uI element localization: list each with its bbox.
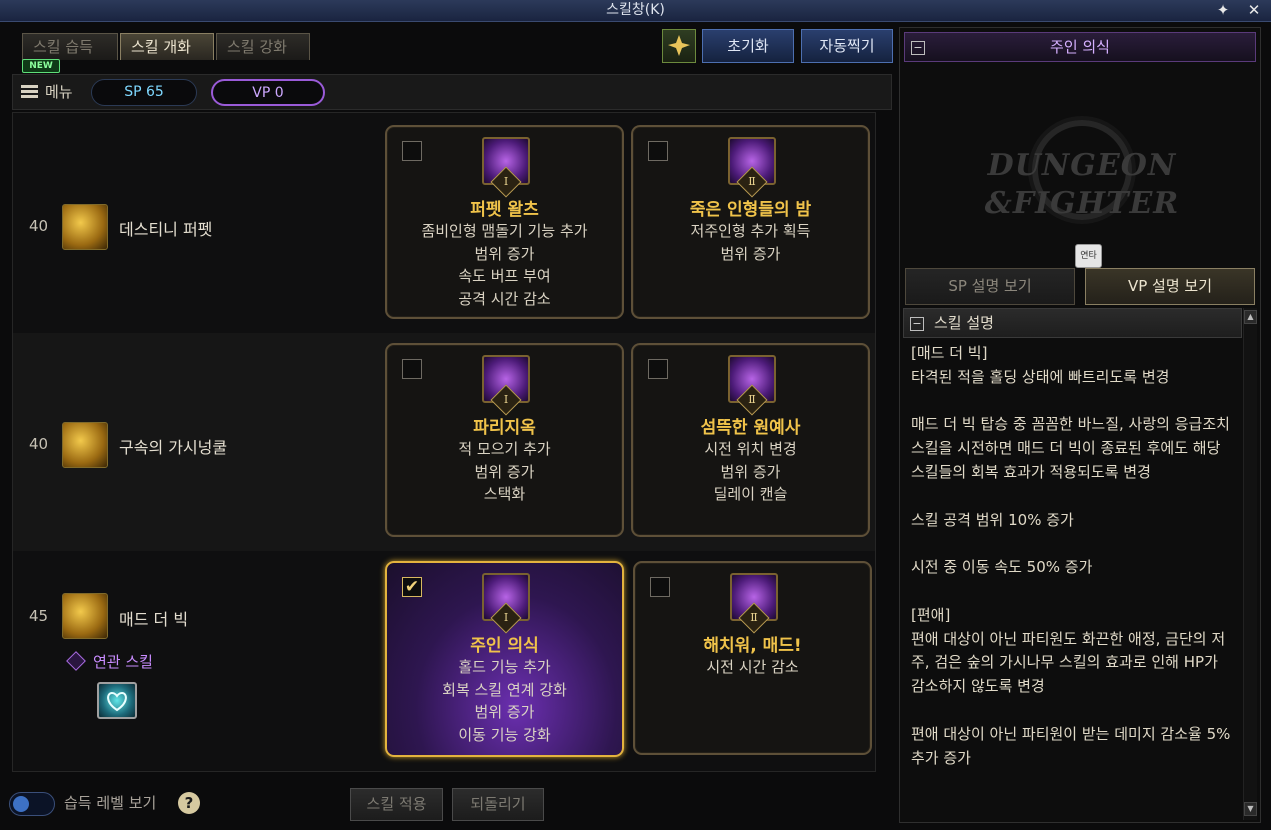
option-effects: 시전 시간 감소	[706, 658, 799, 676]
tab-skill-enhance[interactable]: 스킬 강화	[216, 33, 310, 60]
option-effects: 저주인형 추가 획득 범위 증가	[690, 222, 811, 263]
option-checkbox[interactable]	[648, 359, 668, 379]
hamburger-icon[interactable]	[21, 85, 38, 99]
learn-level-toggle[interactable]	[9, 792, 55, 816]
collapse-icon[interactable]: −	[910, 317, 924, 331]
option-checkbox[interactable]	[402, 359, 422, 379]
option-effects: 좀비인형 맴돌기 기능 추가 범위 증가 속도 버프 부여 공격 시간 감소	[421, 222, 588, 308]
mad-the-big-icon	[62, 593, 108, 639]
diamond-icon	[66, 651, 86, 671]
menu-bar: 메뉴 SP 65 VP 0	[12, 74, 892, 110]
skill-list: 40 데스티니 퍼펫 Ⅰ 퍼펫 왈츠 좀비인형 맴돌기 기능 추가 범위 증가 …	[12, 112, 876, 772]
scroll-down-arrow[interactable]: ▼	[1244, 802, 1257, 816]
skill-name: 구속의 가시넝쿨	[119, 438, 228, 457]
bloom-option-card[interactable]: Ⅱ 섬뜩한 원예사 시전 위치 변경 범위 증가 딜레이 캔슬	[631, 343, 870, 537]
desc-header-label: 스킬 설명	[934, 314, 994, 332]
toggle-label: 습득 레벨 보기	[64, 794, 157, 812]
sp-counter: SP 65	[91, 79, 197, 106]
skill-level: 40	[29, 435, 49, 453]
option-effects: 시전 위치 변경 범위 증가 딜레이 캔슬	[704, 440, 797, 504]
bloom-option-card[interactable]: Ⅱ 해치워, 매드! 시전 시간 감소	[633, 561, 872, 755]
auto-assign-button[interactable]: 자동찍기	[801, 29, 893, 63]
skill-level: 40	[29, 217, 49, 235]
revert-button[interactable]: 되돌리기	[452, 788, 544, 821]
tab-vp-description[interactable]: VP 설명 보기	[1085, 268, 1255, 305]
new-badge: NEW	[22, 59, 60, 73]
option-checkbox[interactable]	[402, 141, 422, 161]
skill-row: 40 구속의 가시넝쿨 Ⅰ 파리지옥 적 모으기 추가 범위 증가 스택화 Ⅱ …	[13, 333, 875, 551]
tab-skill-learn[interactable]: 스킬 습득	[22, 33, 118, 60]
option-effects: 적 모으기 추가 범위 증가 스택화	[458, 440, 551, 504]
related-skill-label: 연관 스킬	[66, 651, 153, 672]
menu-label[interactable]: 메뉴	[45, 75, 73, 109]
scroll-up-arrow[interactable]: ▲	[1244, 310, 1257, 324]
bloom-option-card[interactable]: Ⅰ 파리지옥 적 모으기 추가 범위 증가 스택화	[385, 343, 624, 537]
option-title: 섬뜩한 원예사	[700, 418, 801, 438]
option-title: 파리지옥	[473, 418, 536, 438]
option-title: 주인 의식	[470, 636, 539, 656]
description-scrollbar[interactable]: ▲ ▼	[1243, 308, 1257, 820]
window-title: 스킬창(K)	[606, 2, 665, 18]
option-effects: 홀드 기능 추가 회복 스킬 연계 강화 범위 증가 이동 기능 강화	[442, 658, 567, 744]
skill-description-header: − 스킬 설명	[903, 308, 1242, 338]
thorn-vine-icon	[62, 422, 108, 468]
sparkle-tool-icon[interactable]	[662, 29, 696, 63]
collapse-icon[interactable]: −	[911, 41, 925, 55]
option-title: 퍼펫 왈츠	[470, 200, 539, 220]
panel-header: − 주인 의식	[904, 32, 1256, 62]
bloom-option-card-selected[interactable]: ✔ Ⅰ 주인 의식 홀드 기능 추가 회복 스킬 연계 강화 범위 증가 이동 …	[385, 561, 624, 757]
vp-counter: VP 0	[211, 79, 325, 106]
dungeon-fighter-logo: DUNGEON &FIGHTER	[952, 88, 1212, 238]
bloom-option-card[interactable]: Ⅱ 죽은 인형들의 밤 저주인형 추가 획득 범위 증가	[631, 125, 870, 319]
option-checkbox[interactable]	[650, 577, 670, 597]
skill-description-text: [매드 더 빅] 타격된 적을 홀딩 상태에 빠트리도록 변경 매드 더 빅 탑…	[911, 344, 1231, 767]
skill-level: 45	[29, 607, 49, 625]
option-title: 죽은 인형들의 밤	[689, 200, 812, 220]
skill-name: 데스티니 퍼펫	[119, 220, 213, 239]
close-icon[interactable]: ✕	[1243, 0, 1265, 22]
panel-title: 주인 의식	[1050, 38, 1110, 56]
pin-icon[interactable]: ✦	[1212, 0, 1234, 22]
option-checkbox-checked[interactable]: ✔	[402, 577, 422, 597]
option-checkbox[interactable]	[648, 141, 668, 161]
option-title: 해치워, 매드!	[703, 636, 802, 656]
bloom-option-card[interactable]: Ⅰ 퍼펫 왈츠 좀비인형 맴돌기 기능 추가 범위 증가 속도 버프 부여 공격…	[385, 125, 624, 319]
help-icon[interactable]: ?	[178, 792, 200, 814]
tab-sp-description[interactable]: SP 설명 보기	[905, 268, 1075, 305]
reset-button[interactable]: 초기화	[702, 29, 794, 63]
skill-name: 매드 더 빅	[119, 610, 189, 629]
destiny-puppet-icon	[62, 204, 108, 250]
combo-badge: 연타	[1075, 244, 1102, 268]
tab-skill-bloom[interactable]: 스킬 개화	[120, 33, 214, 60]
window-titlebar: 스킬창(K) ✦ ✕	[0, 0, 1271, 22]
skill-row: 40 데스티니 퍼펫 Ⅰ 퍼펫 왈츠 좀비인형 맴돌기 기능 추가 범위 증가 …	[13, 113, 875, 331]
heart-shield-icon[interactable]	[97, 682, 137, 719]
apply-skill-button[interactable]: 스킬 적용	[350, 788, 443, 821]
